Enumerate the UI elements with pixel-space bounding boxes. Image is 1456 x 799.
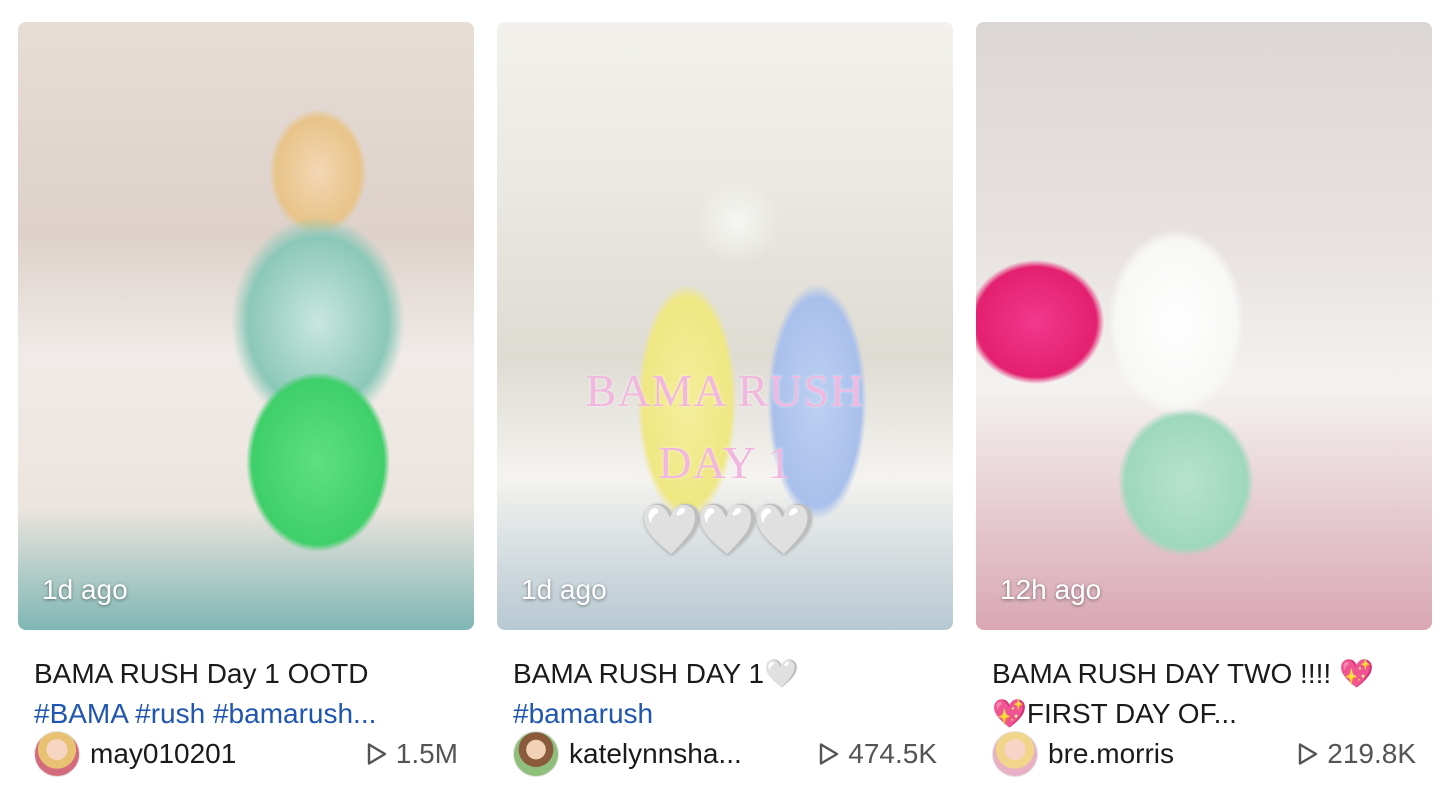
- avatar[interactable]: [34, 731, 80, 777]
- caption-hashtags[interactable]: #BAMA #rush #bamarush...: [34, 694, 458, 734]
- view-count: 219.8K: [1297, 738, 1416, 770]
- video-card[interactable]: BAMA RUSH DAY 1 🤍🤍🤍 1d ago BAMA RUSH DAY…: [497, 22, 953, 794]
- overlay-hearts: 🤍🤍🤍: [640, 501, 816, 557]
- video-card[interactable]: 12h ago BAMA RUSH DAY TWO !!!! 💖 💖FIRST …: [976, 22, 1432, 794]
- view-count: 1.5M: [366, 738, 458, 770]
- play-icon: [820, 743, 839, 765]
- caption-text-continued: 💖FIRST DAY OF...: [992, 698, 1237, 729]
- play-icon: [1299, 743, 1318, 765]
- view-count: 474.5K: [818, 738, 937, 770]
- video-caption[interactable]: BAMA RUSH Day 1 OOTD #BAMA #rush #bamaru…: [34, 654, 458, 734]
- posted-time: 1d ago: [42, 574, 128, 605]
- caption-text: BAMA RUSH Day 1 OOTD: [34, 658, 369, 689]
- avatar[interactable]: [992, 731, 1038, 777]
- views-label: 1.5M: [395, 738, 458, 769]
- posted-time: 12h ago: [1000, 574, 1102, 605]
- overlay-text-line2: DAY 1: [658, 437, 792, 488]
- avatar[interactable]: [513, 731, 559, 777]
- video-meta: bre.morris 219.8K: [992, 730, 1416, 778]
- video-thumbnail[interactable]: 1d ago: [18, 22, 474, 630]
- video-caption[interactable]: BAMA RUSH DAY TWO !!!! 💖 💖FIRST DAY OF..…: [992, 654, 1416, 734]
- video-thumbnail[interactable]: 12h ago: [976, 22, 1432, 630]
- author[interactable]: may010201: [34, 731, 236, 777]
- caption-hashtags[interactable]: #bamarush: [513, 694, 937, 734]
- username[interactable]: bre.morris: [1048, 738, 1174, 770]
- views-label: 219.8K: [1327, 738, 1416, 769]
- posted-time: 1d ago: [521, 574, 607, 605]
- video-meta: katelynnsha... 474.5K: [513, 730, 937, 778]
- caption-text: BAMA RUSH DAY 1🤍: [513, 658, 799, 689]
- views-label: 474.5K: [848, 738, 937, 769]
- username[interactable]: katelynnsha...: [569, 738, 742, 770]
- video-meta: may010201 1.5M: [34, 730, 458, 778]
- video-thumbnail[interactable]: BAMA RUSH DAY 1 🤍🤍🤍 1d ago: [497, 22, 953, 630]
- author[interactable]: katelynnsha...: [513, 731, 742, 777]
- username[interactable]: may010201: [90, 738, 236, 770]
- author[interactable]: bre.morris: [992, 731, 1174, 777]
- video-card[interactable]: 1d ago BAMA RUSH Day 1 OOTD #BAMA #rush …: [18, 22, 474, 794]
- caption-text: BAMA RUSH DAY TWO !!!! 💖: [992, 658, 1374, 689]
- play-icon: [367, 743, 386, 765]
- overlay-text-line1: BAMA RUSH: [585, 365, 865, 416]
- video-caption[interactable]: BAMA RUSH DAY 1🤍 #bamarush: [513, 654, 937, 734]
